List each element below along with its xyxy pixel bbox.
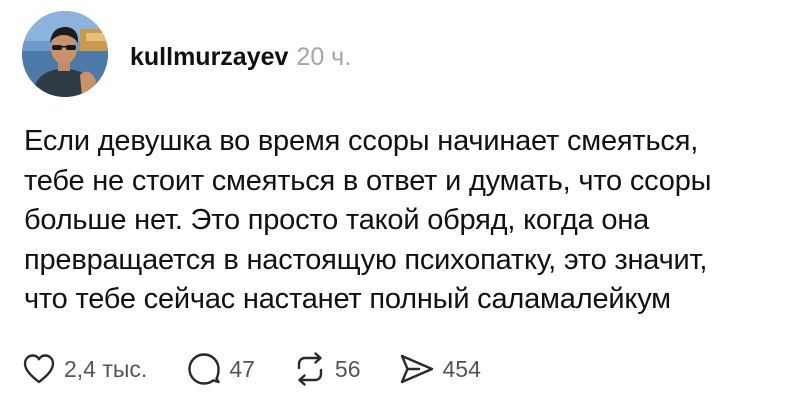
share-count: 454	[442, 355, 481, 382]
post-text-line: тебе не стоит смеяться в ответ и думать,…	[24, 164, 712, 197]
post-timestamp[interactable]: 20 ч.	[296, 43, 351, 71]
share-icon	[399, 353, 435, 385]
post-text-line: Если девушка во время ссоры начинает сме…	[24, 125, 699, 157]
avatar-photo	[22, 11, 108, 97]
post-text-line: больше нет. Это просто такой обряд, когд…	[24, 204, 650, 236]
post-header: kullmurzayev 20 ч.	[130, 42, 351, 72]
repost-button[interactable]: 56	[293, 352, 361, 386]
like-count: 2,4 тыс.	[64, 355, 148, 382]
author-username[interactable]: kullmurzayev	[130, 43, 288, 71]
post-text-line: превращается в настоящую психопатку, это…	[24, 243, 708, 276]
reply-button[interactable]: 47	[187, 352, 255, 386]
like-button[interactable]: 2,4 тыс.	[22, 353, 147, 385]
repost-icon	[293, 352, 327, 386]
heart-icon	[22, 353, 56, 385]
post-text: Если девушка во время ссоры начинает сме…	[24, 122, 794, 320]
post-actions: 2,4 тыс. 47 56 454	[22, 349, 481, 389]
author-avatar[interactable]	[22, 11, 108, 97]
post-text-line: что тебе сейчас настанет полный саламале…	[24, 283, 671, 315]
repost-count: 56	[334, 355, 361, 382]
share-button[interactable]: 454	[399, 353, 481, 385]
comment-icon	[187, 352, 221, 386]
reply-count: 47	[229, 355, 255, 382]
